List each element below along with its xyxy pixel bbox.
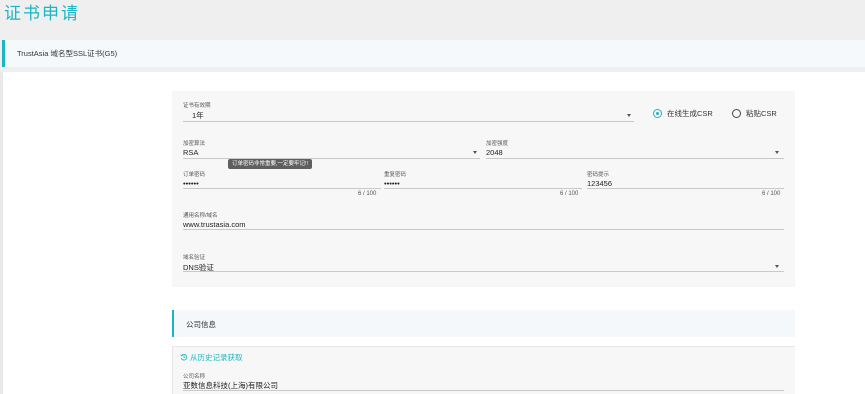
order-password-label: 订单密码	[183, 172, 206, 178]
validity-underline	[183, 121, 634, 122]
left-edge-divider	[0, 72, 3, 394]
validity-select-value[interactable]: 1年	[192, 110, 204, 121]
domain-validation-label: 域名验证	[183, 255, 206, 261]
repeat-password-input[interactable]: ••••••	[384, 179, 400, 188]
product-name: TrustAsia 域名型SSL证书(G5)	[17, 49, 118, 58]
common-name-input[interactable]: www.trustasia.com	[183, 220, 246, 229]
password-hint-label: 密码提示	[587, 172, 610, 178]
algorithm-select-value[interactable]: RSA	[183, 148, 198, 157]
history-link-label[interactable]: 从历史记录获取	[190, 353, 243, 362]
product-bar: TrustAsia 域名型SSL证书(G5)	[2, 40, 865, 67]
order-password-input[interactable]: ••••••	[183, 179, 199, 188]
repeat-password-underline	[384, 188, 582, 189]
common-name-label: 通用名称/域名	[183, 213, 218, 219]
order-password-underline	[183, 188, 381, 189]
validity-label: 证书有效期	[183, 103, 211, 109]
common-name-underline	[183, 229, 784, 230]
strength-select-value[interactable]: 2048	[486, 148, 503, 157]
csr-paste-radio[interactable]	[732, 109, 741, 118]
csr-paste-label[interactable]: 粘贴CSR	[746, 108, 777, 119]
order-password-counter: 6 / 100	[358, 191, 377, 197]
strength-label: 加密强度	[486, 141, 509, 147]
domain-validation-chevron-down-icon[interactable]	[775, 265, 779, 268]
domain-validation-underline	[183, 271, 784, 272]
strength-underline	[486, 158, 784, 159]
csr-online-label[interactable]: 在线生成CSR	[667, 108, 713, 119]
password-hint-input[interactable]: 123456	[587, 179, 612, 188]
page-title: 证书申请	[4, 4, 80, 24]
algorithm-chevron-down-icon[interactable]	[473, 151, 477, 154]
repeat-password-counter: 6 / 100	[560, 191, 579, 197]
company-section-header: 公司信息	[172, 310, 795, 337]
history-link[interactable]: 从历史记录获取	[180, 352, 243, 363]
password-hint-underline	[587, 188, 784, 189]
repeat-password-label: 重复密码	[384, 172, 407, 178]
csr-online-radio[interactable]	[653, 109, 662, 118]
validity-chevron-down-icon[interactable]	[627, 114, 631, 117]
company-section-title: 公司信息	[186, 320, 216, 329]
password-tooltip: 订单密码非常重要,一定要牢记!!	[228, 159, 313, 169]
history-icon	[180, 353, 188, 362]
company-name-label: 公司名称	[183, 374, 206, 380]
company-name-underline	[183, 390, 784, 391]
algorithm-label: 加密算法	[183, 141, 206, 147]
password-hint-counter: 6 / 100	[762, 191, 781, 197]
strength-chevron-down-icon[interactable]	[775, 151, 779, 154]
